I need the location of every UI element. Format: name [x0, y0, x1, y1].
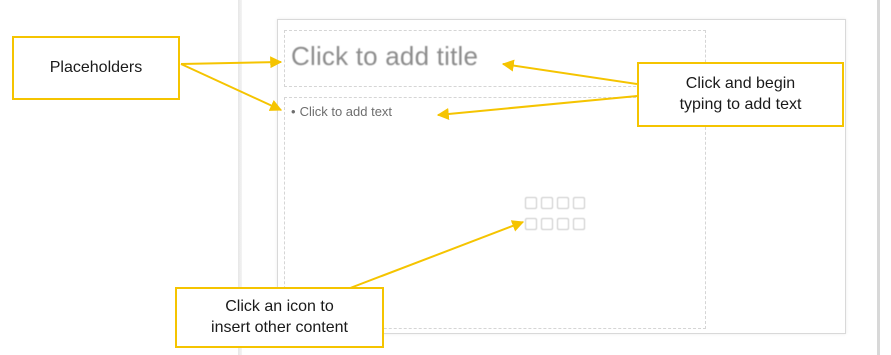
arrow-to-text-placeholder	[180, 63, 283, 111]
arrow-to-body-text	[436, 95, 638, 120]
callout-placeholders-label: Placeholders	[49, 58, 143, 76]
arrow-to-title-placeholder	[180, 56, 283, 69]
callout-typing-line2: typing to add text	[679, 95, 802, 113]
callout-icon-line1: Click an icon to	[225, 297, 334, 315]
callout-click-and-type: Click and begin typing to add text	[637, 62, 844, 127]
callout-insert-content: Click an icon to insert other content	[175, 287, 384, 348]
arrow-to-title-text	[501, 59, 638, 85]
callout-icon-line2: insert other content	[211, 318, 348, 336]
callout-typing-line1: Click and begin	[685, 74, 796, 92]
arrow-to-content-icons	[344, 220, 525, 291]
callout-placeholders: Placeholders	[12, 36, 180, 100]
